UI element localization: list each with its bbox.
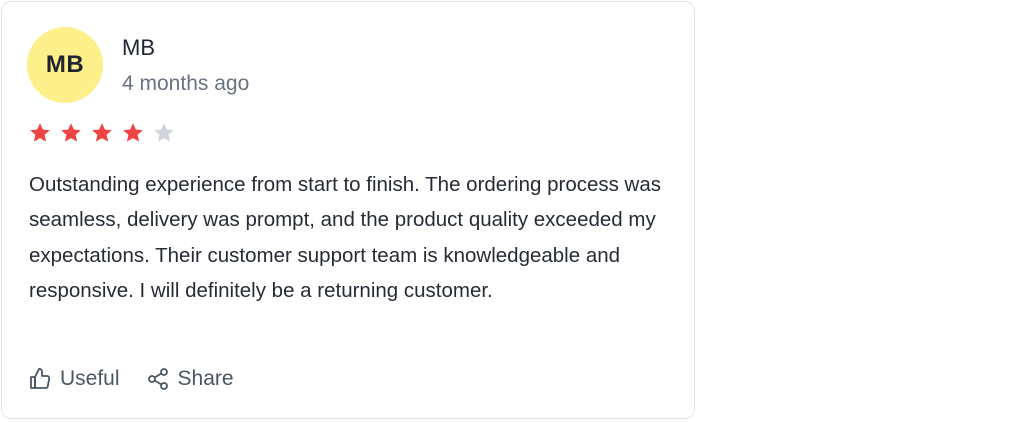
star-icon [28,121,52,145]
star-icon [59,121,83,145]
star-icon [90,121,114,145]
avatar: MB [27,27,103,103]
useful-button[interactable]: Useful [28,367,120,391]
star-rating [28,121,176,145]
star-icon [152,121,176,145]
reviewer-name: MB [122,35,155,60]
share-button[interactable]: Share [146,367,234,391]
review-text: Outstanding experience from start to fin… [29,173,662,302]
share-icon [146,367,170,391]
thumbs-up-icon [28,367,52,391]
star-icon [121,121,145,145]
review-card: MB MB 4 months ago Outstanding experienc… [1,1,695,419]
useful-label: Useful [60,367,120,390]
review-timestamp: 4 months ago [122,72,250,95]
review-actions: Useful Share [28,367,234,391]
share-label: Share [177,367,234,390]
